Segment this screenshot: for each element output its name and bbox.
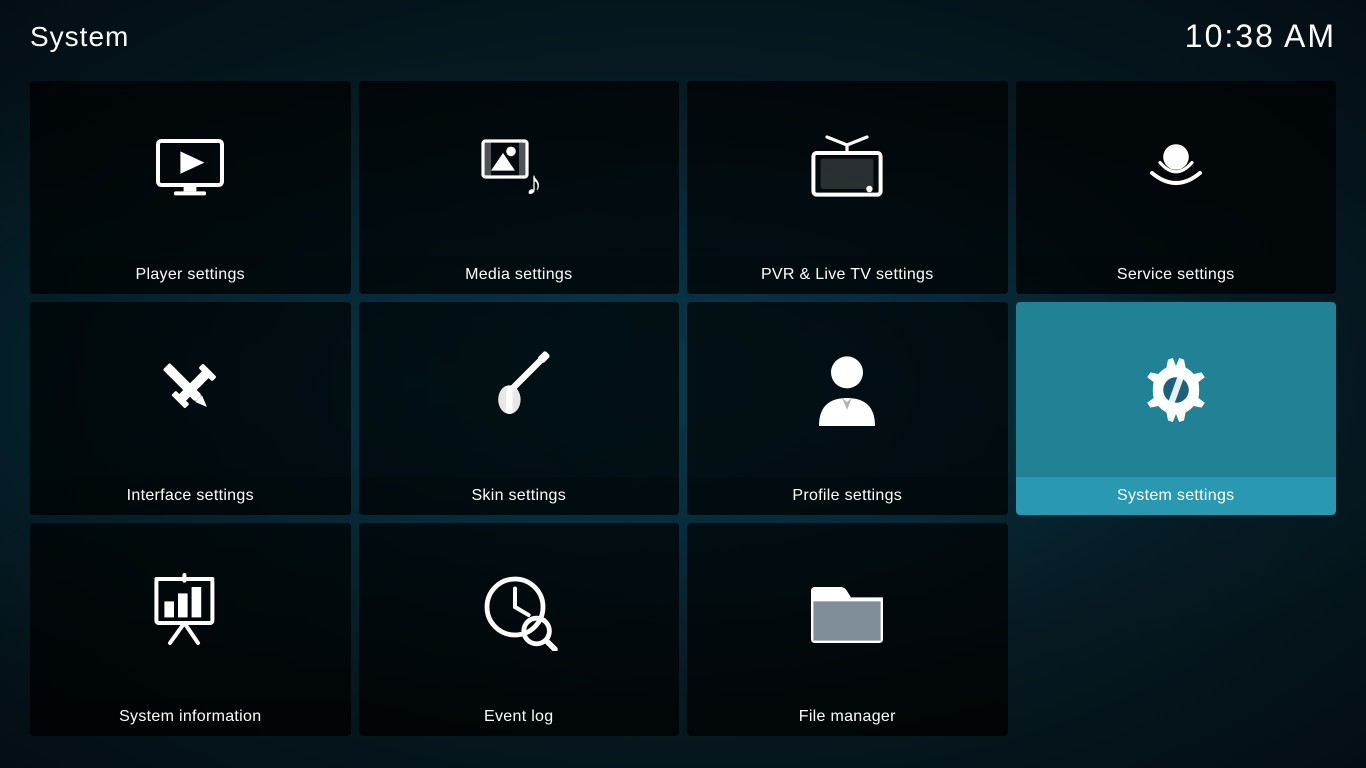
media-settings-item[interactable]: ♪ Media settings	[359, 81, 680, 294]
media-settings-label: Media settings	[359, 256, 680, 294]
svg-text:♪: ♪	[525, 165, 542, 202]
interface-settings-item[interactable]: Interface settings	[30, 302, 351, 515]
service-settings-label: Service settings	[1016, 256, 1337, 294]
event-log-label: Event log	[359, 698, 680, 736]
system-information-icon-area	[30, 523, 351, 698]
file-manager-label: File manager	[687, 698, 1008, 736]
clock: 10:38 AM	[1185, 18, 1336, 55]
interface-icon	[150, 350, 230, 430]
player-settings-label: Player settings	[30, 256, 351, 294]
interface-settings-icon-area	[30, 302, 351, 477]
settings-grid: Player settings ♪ Media settings	[0, 73, 1366, 766]
file-manager-item[interactable]: File manager	[687, 523, 1008, 736]
pvr-icon	[807, 129, 887, 209]
system-icon	[1136, 350, 1216, 430]
eventlog-icon	[479, 571, 559, 651]
player-icon	[150, 129, 230, 209]
page-title: System	[30, 21, 129, 53]
system-information-label: System information	[30, 698, 351, 736]
profile-settings-label: Profile settings	[687, 477, 1008, 515]
filemanager-icon	[807, 571, 887, 651]
skin-settings-label: Skin settings	[359, 477, 680, 515]
service-settings-item[interactable]: Service settings	[1016, 81, 1337, 294]
profile-settings-item[interactable]: Profile settings	[687, 302, 1008, 515]
interface-settings-label: Interface settings	[30, 477, 351, 515]
pvr-settings-icon-area	[687, 81, 1008, 256]
system-settings-icon-area	[1016, 302, 1337, 477]
system-settings-label: System settings	[1016, 477, 1337, 515]
system-settings-item[interactable]: System settings	[1016, 302, 1337, 515]
skin-icon	[479, 350, 559, 430]
information-icon	[150, 571, 230, 651]
media-icon: ♪	[479, 129, 559, 209]
media-settings-icon-area: ♪	[359, 81, 680, 256]
event-log-icon-area	[359, 523, 680, 698]
profile-settings-icon-area	[687, 302, 1008, 477]
file-manager-icon-area	[687, 523, 1008, 698]
skin-settings-icon-area	[359, 302, 680, 477]
service-icon	[1136, 129, 1216, 209]
skin-settings-item[interactable]: Skin settings	[359, 302, 680, 515]
profile-icon	[807, 350, 887, 430]
player-settings-item[interactable]: Player settings	[30, 81, 351, 294]
pvr-settings-label: PVR & Live TV settings	[687, 256, 1008, 294]
empty-slot	[1016, 523, 1337, 736]
pvr-settings-item[interactable]: PVR & Live TV settings	[687, 81, 1008, 294]
system-information-item[interactable]: System information	[30, 523, 351, 736]
player-settings-icon-area	[30, 81, 351, 256]
service-settings-icon-area	[1016, 81, 1337, 256]
event-log-item[interactable]: Event log	[359, 523, 680, 736]
header: System 10:38 AM	[0, 0, 1366, 73]
